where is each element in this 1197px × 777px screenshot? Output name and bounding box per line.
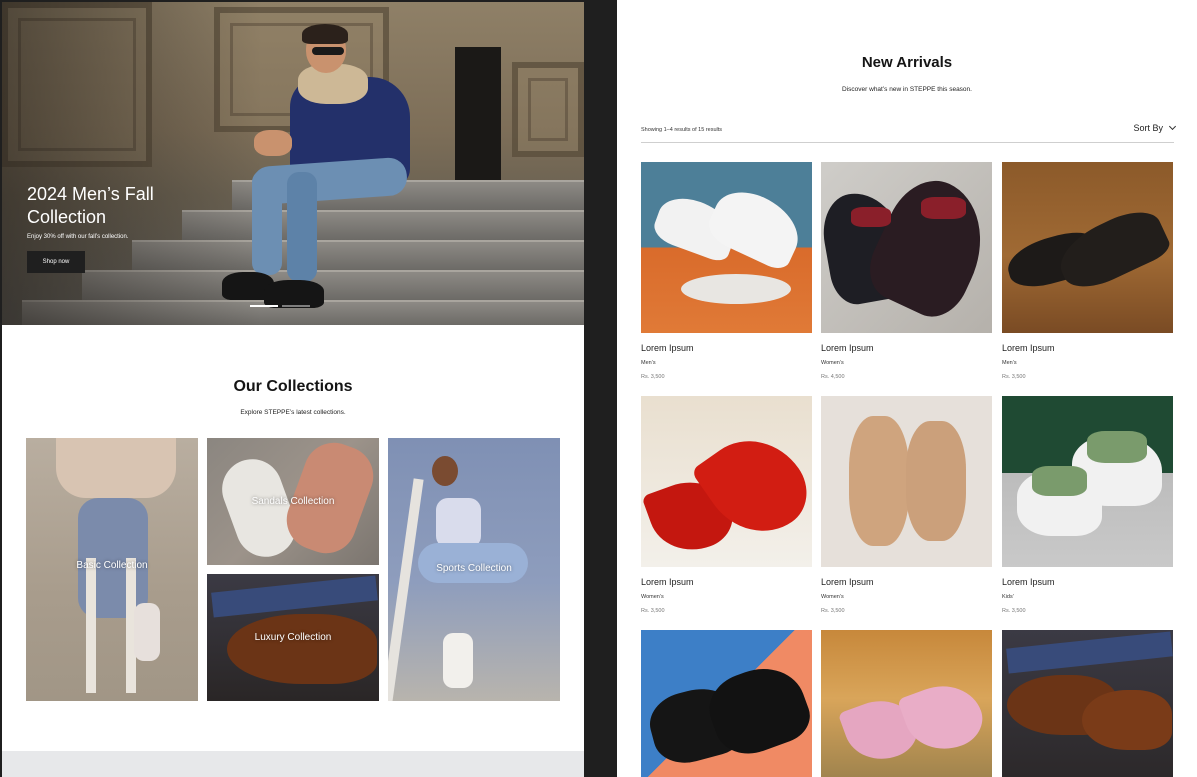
product-image[interactable] xyxy=(641,630,812,777)
product-image[interactable] xyxy=(1002,396,1173,567)
collection-card-sandals[interactable]: Sandals Collection xyxy=(207,438,379,565)
results-count: Showing 1–4 results of 15 results xyxy=(641,127,723,133)
product-price: Rs. 3,500 xyxy=(1002,608,1026,614)
sneaker-accent xyxy=(851,207,891,227)
collections-title: Our Collections xyxy=(233,378,353,395)
product-card[interactable] xyxy=(641,630,812,777)
wall-panel xyxy=(512,62,584,157)
sneaker-strap xyxy=(1087,431,1147,463)
collection-label: Sports Collection xyxy=(436,563,512,574)
product-image[interactable] xyxy=(821,162,992,333)
product-image[interactable] xyxy=(821,630,992,777)
collection-card-basic[interactable]: Basic Collection xyxy=(26,438,198,701)
product-category: Women’s xyxy=(821,360,844,366)
sort-label: Sort By xyxy=(1133,123,1163,133)
sneaker-strap xyxy=(1032,466,1087,496)
carousel-dot-1[interactable] xyxy=(250,305,278,307)
product-card[interactable]: Lorem Ipsum Women’s Rs. 4,500 xyxy=(821,162,992,380)
model-top xyxy=(436,498,481,548)
new-arrivals-subtitle: Discover what’s new in STEPPE this seaso… xyxy=(842,86,972,93)
slide-sandal xyxy=(849,416,909,546)
hero-title: 2024 Men’s Fall Collection xyxy=(27,184,154,227)
carousel-dots xyxy=(250,305,310,307)
chevron-down-icon xyxy=(1168,122,1177,131)
product-name: Lorem Ipsum xyxy=(1002,343,1055,353)
product-category: Women’s xyxy=(641,594,664,600)
collections-subtitle: Explore STEPPE’s latest collections. xyxy=(240,409,346,416)
model-top xyxy=(56,438,176,498)
collection-card-sports[interactable]: Sports Collection xyxy=(388,438,560,701)
shop-now-button[interactable]: Shop now xyxy=(27,251,85,273)
fabric-stripe xyxy=(211,575,378,618)
product-card[interactable]: Lorem Ipsum Women’s Rs. 3,500 xyxy=(821,396,992,614)
product-price: Rs. 4,500 xyxy=(821,374,845,380)
sneaker xyxy=(443,633,473,688)
product-name: Lorem Ipsum xyxy=(1002,577,1055,587)
product-price: Rs. 3,500 xyxy=(641,608,665,614)
derby-shoe xyxy=(1050,201,1173,298)
leather-shoe xyxy=(1082,690,1172,750)
divider xyxy=(641,142,1174,143)
slingback-heel xyxy=(897,674,990,761)
product-category: Men’s xyxy=(1002,360,1017,366)
model-head xyxy=(432,456,458,486)
sort-dropdown[interactable]: Sort By xyxy=(1133,122,1177,133)
product-image[interactable] xyxy=(641,162,812,333)
stool-leg xyxy=(86,558,96,693)
product-name: Lorem Ipsum xyxy=(821,343,874,353)
sneaker-accent xyxy=(921,197,966,219)
rail xyxy=(388,478,424,701)
collection-label: Sandals Collection xyxy=(251,496,335,507)
new-arrivals-page: New Arrivals Discover what’s new in STEP… xyxy=(617,0,1197,777)
carousel-dot-2[interactable] xyxy=(282,305,310,307)
product-card[interactable]: Lorem Ipsum Women’s Rs. 3,500 xyxy=(641,396,812,614)
hero-shade xyxy=(2,2,262,325)
hero-banner[interactable]: 2024 Men’s Fall Collection Enjoy 30% off… xyxy=(2,2,584,325)
sneaker xyxy=(858,166,992,328)
product-card[interactable]: Lorem Ipsum Men’s Rs. 3,500 xyxy=(1002,162,1173,380)
product-image[interactable] xyxy=(1002,162,1173,333)
product-card[interactable] xyxy=(1002,630,1173,777)
footer-strip xyxy=(2,751,584,777)
doorway xyxy=(455,47,501,182)
product-name: Lorem Ipsum xyxy=(821,577,874,587)
product-name: Lorem Ipsum xyxy=(641,577,694,587)
collection-label: Basic Collection xyxy=(76,560,148,571)
collection-label: Luxury Collection xyxy=(254,632,332,643)
new-arrivals-title: New Arrivals xyxy=(861,54,953,71)
product-category: Kids’ xyxy=(1002,594,1014,600)
product-card[interactable]: Lorem Ipsum Kids’ Rs. 3,500 xyxy=(1002,396,1173,614)
product-image[interactable] xyxy=(1002,630,1173,777)
slide-sandal xyxy=(906,421,966,541)
hero-subtitle: Enjoy 30% off with our fall’s collection… xyxy=(27,234,129,240)
product-name: Lorem Ipsum xyxy=(641,343,694,353)
sneaker xyxy=(134,603,160,661)
product-image[interactable] xyxy=(641,396,812,567)
fabric-stripe xyxy=(1006,631,1173,674)
collection-card-luxury[interactable]: Luxury Collection xyxy=(207,574,379,701)
product-card[interactable] xyxy=(821,630,992,777)
landing-page: 2024 Men’s Fall Collection Enjoy 30% off… xyxy=(2,2,584,777)
product-price: Rs. 3,500 xyxy=(821,608,845,614)
leather-shoe xyxy=(227,614,377,684)
product-price: Rs. 3,500 xyxy=(1002,374,1026,380)
product-card[interactable]: Lorem Ipsum Men’s Rs. 3,500 xyxy=(641,162,812,380)
screenshot-root: 2024 Men’s Fall Collection Enjoy 30% off… xyxy=(0,0,1197,777)
product-price: Rs. 3,500 xyxy=(641,374,665,380)
product-category: Women’s xyxy=(821,594,844,600)
pedestal xyxy=(681,274,791,304)
product-image[interactable] xyxy=(821,396,992,567)
product-category: Men’s xyxy=(641,360,656,366)
